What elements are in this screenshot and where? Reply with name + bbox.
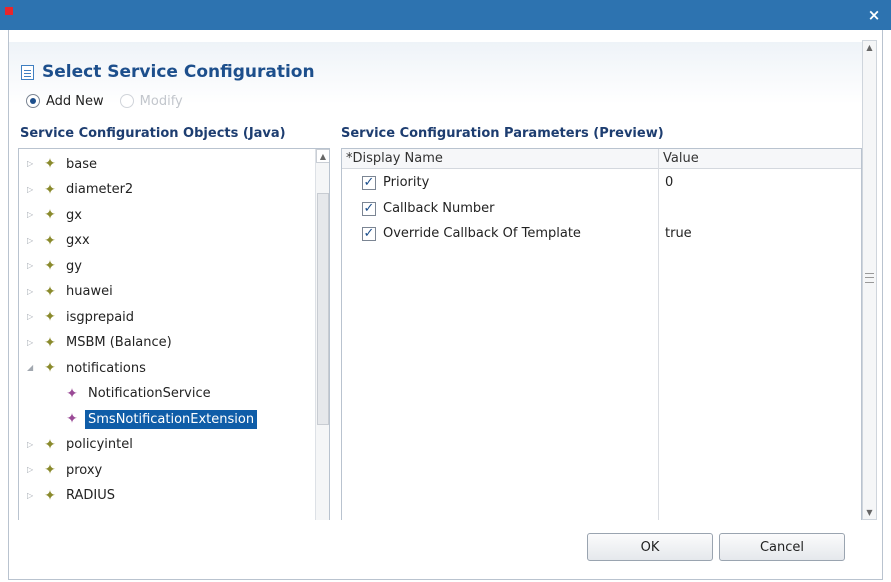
expanded-arrow-icon[interactable]: ◢ [27, 363, 37, 373]
tree-item-label[interactable]: proxy [63, 461, 105, 480]
package-icon: ✦ [44, 258, 56, 274]
tree-item-label[interactable]: huawei [63, 282, 116, 301]
tree-item[interactable]: ▷ ✦ isgprepaid [19, 306, 311, 328]
display-name-column-header[interactable]: *Display Name [346, 151, 443, 166]
modify-radio [119, 94, 134, 108]
objects-section-title: Service Configuration Objects (Java) [20, 126, 286, 141]
collapsed-arrow-icon[interactable]: ▷ [27, 491, 37, 501]
mode-radio-group: Add New Modify [26, 92, 193, 110]
cancel-button[interactable]: Cancel [719, 533, 845, 561]
tree-item[interactable]: ▷ ✦ MSBM (Balance) [19, 332, 311, 354]
collapsed-arrow-icon[interactable]: ▷ [27, 338, 37, 348]
tree-item-label[interactable]: RADIUS [63, 486, 118, 505]
package-icon: ✦ [44, 232, 56, 249]
add-new-label[interactable]: Add New [46, 94, 104, 109]
tree-item-label[interactable]: NotificationService [85, 384, 214, 403]
tree-item-label[interactable]: gy [63, 257, 85, 276]
tree-item[interactable]: ◢ ✦ notifications [19, 357, 311, 379]
collapsed-arrow-icon[interactable]: ▷ [27, 287, 37, 297]
tree-item[interactable]: ▷ ✦ policyintel [19, 434, 311, 456]
add-new-radio[interactable] [26, 94, 40, 108]
service-icon: ✦ [66, 385, 78, 402]
tree-item-label[interactable]: base [63, 155, 100, 174]
param-value[interactable]: 0 [665, 175, 673, 190]
package-icon: ✦ [44, 283, 56, 300]
table-row[interactable]: ✓ Priority 0 [342, 171, 861, 195]
param-value[interactable]: true [665, 226, 692, 241]
param-checkbox[interactable]: ✓ [362, 201, 376, 216]
package-icon: ✦ [44, 156, 56, 172]
package-icon: ✦ [44, 309, 56, 325]
tree-item[interactable]: ▷ ✦ base [19, 153, 311, 175]
dialog-content: Select Service Configuration Add New Mod… [9, 30, 862, 520]
param-name: Override Callback Of Template [383, 226, 581, 241]
collapsed-arrow-icon[interactable]: ▷ [27, 261, 37, 271]
dialog-title-text: Select Service Configuration [42, 62, 315, 82]
app-icon [5, 7, 13, 15]
document-icon [21, 64, 34, 80]
table-row[interactable]: ✓ Callback Number [342, 197, 861, 221]
tree-item-label[interactable]: policyintel [63, 435, 136, 454]
title-bar: × [0, 0, 891, 30]
ok-button[interactable]: OK [587, 533, 713, 561]
modify-label: Modify [139, 93, 183, 109]
tree-item[interactable]: ✦ NotificationService [19, 383, 311, 405]
tree-item-label[interactable]: SmsNotificationExtension [85, 409, 258, 429]
collapsed-arrow-icon[interactable]: ▷ [27, 465, 37, 475]
tree-scrollbar[interactable]: ▲ ▼ [315, 149, 329, 520]
tree-item-label[interactable]: diameter2 [63, 180, 136, 199]
dialog-scroll-up-icon[interactable]: ▲ [863, 41, 876, 54]
package-icon: ✦ [44, 334, 56, 351]
tree-item-label[interactable]: isgprepaid [63, 308, 137, 327]
package-icon: ✦ [44, 436, 56, 453]
tree-scroll-up-icon[interactable]: ▲ [316, 149, 329, 163]
param-checkbox[interactable]: ✓ [362, 176, 376, 190]
collapsed-arrow-icon[interactable]: ▷ [27, 210, 37, 220]
tree-item[interactable]: ▷ ✦ RADIUS [19, 485, 311, 507]
service-icon: ✦ [66, 411, 78, 427]
dialog-title: Select Service Configuration [21, 60, 315, 84]
dialog-scroll-down-icon[interactable]: ▼ [863, 506, 876, 519]
collapsed-arrow-icon[interactable]: ▷ [27, 312, 37, 322]
param-name: Priority [383, 175, 430, 190]
tree-item[interactable]: ▷ ✦ gx [19, 204, 311, 226]
tree-item[interactable]: ▷ ✦ proxy [19, 459, 311, 481]
tree-item[interactable]: ▷ ✦ gxx [19, 230, 311, 252]
value-column-header[interactable]: Value [663, 151, 699, 166]
collapsed-arrow-icon[interactable]: ▷ [27, 440, 37, 450]
param-name: Callback Number [383, 200, 495, 216]
dialog-scroll-grip-icon[interactable] [865, 273, 874, 283]
package-icon: ✦ [44, 462, 56, 478]
tree-item[interactable]: ✦ SmsNotificationExtension [19, 408, 311, 430]
package-icon: ✦ [44, 360, 56, 376]
collapsed-arrow-icon[interactable]: ▷ [27, 185, 37, 195]
package-icon: ✦ [44, 207, 56, 223]
params-table-header: *Display Name Value [342, 149, 861, 169]
package-icon: ✦ [44, 181, 56, 198]
tree-item-label[interactable]: MSBM (Balance) [63, 333, 175, 352]
tree-scroll-thumb[interactable] [317, 193, 329, 425]
tree-item-label[interactable]: gx [63, 206, 85, 225]
config-objects-tree[interactable]: ▷ ✦ base ▷ ✦ diameter2 ▷ ✦ gx ▷ ✦ gxx ▷ ✦ gy ▷ ✦ huawei ▷ ✦… [18, 148, 330, 520]
tree-item-label[interactable]: notifications [63, 359, 149, 378]
package-icon: ✦ [44, 487, 56, 504]
tree-item-label[interactable]: gxx [63, 231, 93, 250]
tree-item[interactable]: ▷ ✦ huawei [19, 281, 311, 303]
params-table: *Display Name Value ✓ Priority 0 ✓ Callback … [341, 148, 862, 520]
parameters-section-title: Service Configuration Parameters (Previe… [341, 126, 664, 141]
close-icon[interactable]: × [863, 4, 885, 26]
collapsed-arrow-icon[interactable]: ▷ [27, 159, 37, 169]
dialog-scrollbar[interactable]: ▲ ▼ [862, 40, 877, 520]
collapsed-arrow-icon[interactable]: ▷ [27, 236, 37, 246]
tree-item[interactable]: ▷ ✦ diameter2 [19, 179, 311, 201]
tree-item[interactable]: ▷ ✦ gy [19, 255, 311, 277]
table-row[interactable]: ✓ Override Callback Of Template true [342, 222, 861, 246]
param-checkbox[interactable]: ✓ [362, 227, 376, 241]
